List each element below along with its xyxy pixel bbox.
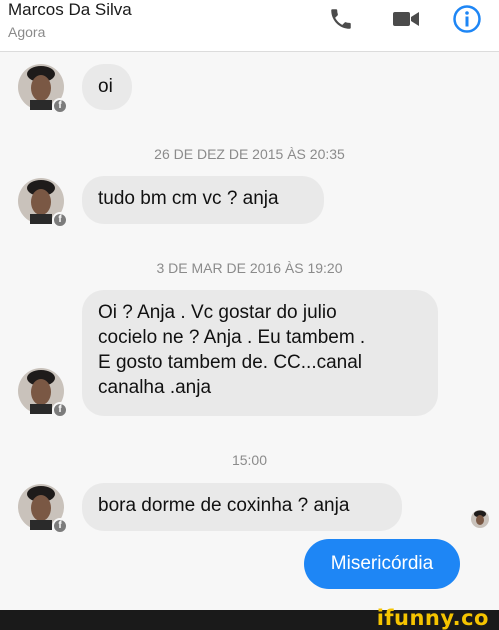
contact-status: Agora [8, 24, 46, 40]
info-icon[interactable] [452, 4, 482, 34]
contact-name[interactable]: Marcos Da Silva [8, 0, 132, 20]
timestamp: 15:00 [231, 452, 268, 468]
message-line: E gosto tambem de. CC...canal [98, 352, 363, 373]
message-bubble[interactable]: bora dorme de coxinha ? anja [82, 483, 402, 531]
message-line: cocielo ne ? Anja . Eu tambem . [98, 327, 366, 348]
message-text: Misericórdia [330, 553, 434, 574]
contact-avatar[interactable]: f [18, 64, 68, 114]
phone-icon[interactable] [328, 6, 354, 32]
message-text: bora dorme de coxinha ? anja [98, 495, 350, 516]
timestamp: 3 DE MAR DE 2016 ÀS 19:20 [156, 260, 343, 276]
read-receipt-avatar-icon [471, 510, 489, 528]
timestamp: 26 DE DEZ DE 2015 ÀS 20:35 [154, 146, 345, 162]
message-text: oi [98, 76, 113, 97]
message-text: tudo bm cm vc ? anja [98, 188, 279, 209]
contact-avatar[interactable]: f [18, 484, 68, 534]
contact-avatar[interactable]: f [18, 178, 68, 228]
message-line: canalha .anja [98, 377, 212, 398]
messenger-badge-icon: f [52, 518, 68, 534]
message-bubble[interactable]: Oi ? Anja . Vc gostar do julio cocielo n… [82, 290, 438, 416]
messenger-badge-icon: f [52, 98, 68, 114]
messenger-badge-icon: f [52, 212, 68, 228]
messenger-badge-icon: f [52, 402, 68, 418]
ifunny-watermark: ifunny.co [376, 606, 489, 630]
contact-avatar[interactable]: f [18, 368, 68, 418]
sent-message-bubble[interactable]: Misericórdia [304, 539, 460, 589]
conversation-header: Marcos Da Silva Agora [0, 0, 499, 52]
watermark-bar: ifunny.co [0, 606, 499, 630]
message-bubble[interactable]: tudo bm cm vc ? anja [82, 176, 324, 224]
video-icon[interactable] [391, 8, 421, 30]
message-line: Oi ? Anja . Vc gostar do julio [98, 302, 337, 323]
message-bubble[interactable]: oi [82, 64, 132, 110]
